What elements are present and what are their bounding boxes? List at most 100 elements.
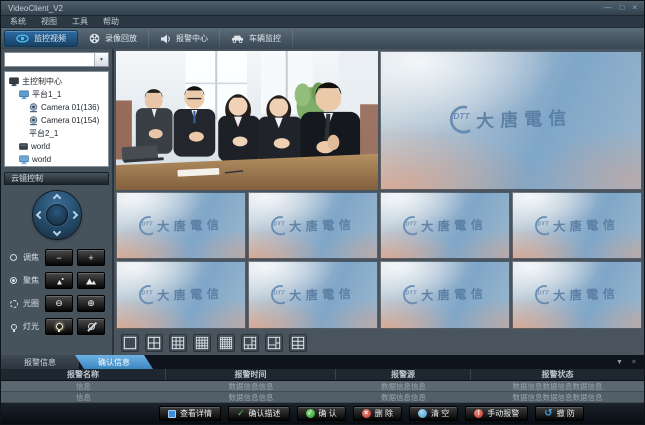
camera-icon <box>29 116 38 126</box>
tab-vehicle-monitor[interactable]: 车辆监控 <box>220 30 293 47</box>
disarm-button[interactable]: ↺ 撤 防 <box>535 406 584 421</box>
video-cell[interactable] <box>512 261 642 329</box>
video-row-middle <box>116 192 642 260</box>
action-label: 删 除 <box>375 408 393 419</box>
tab-monitor-video[interactable]: 监控视频 <box>4 30 78 47</box>
iris-close-button[interactable]: ⊖ <box>45 295 73 312</box>
dpad-right-button[interactable] <box>69 211 77 219</box>
video-cell-main-camera[interactable] <box>116 51 378 190</box>
tree-item-label: world <box>32 155 51 164</box>
tree-item-platform1[interactable]: 平台1_1 <box>7 88 106 101</box>
layout-16-grid-icon <box>195 336 209 350</box>
dpad-down-button[interactable] <box>52 228 60 236</box>
panel-collapse-icon[interactable]: ▼ <box>616 359 623 366</box>
tree-item-camera-136[interactable]: Camera 01(136) <box>7 101 106 114</box>
tree-item-label: world <box>31 142 50 151</box>
layout-25-screen-button[interactable] <box>217 334 235 352</box>
layout-strip <box>114 331 644 355</box>
clear-button[interactable]: 清 空 <box>409 406 458 421</box>
view-detail-button[interactable]: 查看详情 <box>159 406 221 421</box>
tree-item-world-2[interactable]: world <box>7 153 106 166</box>
large-mountain-icon <box>85 276 97 286</box>
bulb-on-icon <box>56 323 63 330</box>
video-cell[interactable] <box>116 192 246 260</box>
tree-item-world-1[interactable]: world <box>7 140 106 153</box>
combo-dropdown-button[interactable]: ▼ <box>94 53 108 66</box>
circled-minus-icon: ⊖ <box>55 298 63 309</box>
layout-8-screen-button[interactable] <box>265 334 283 352</box>
video-cell-logo-large[interactable] <box>380 51 642 190</box>
iris-open-button[interactable]: ⊕ <box>77 295 105 312</box>
nav-tabbar: 监控视频 录像回放 报警中心 <box>1 28 644 49</box>
ptz-row-light: 灯光 <box>8 315 105 338</box>
circled-plus-icon: ⊕ <box>87 298 95 309</box>
layout-9-screen-button[interactable] <box>169 334 187 352</box>
meeting-room-video <box>116 51 378 190</box>
focus-far-button[interactable] <box>77 272 105 289</box>
menubar: 系统 视图 工具 帮助 <box>1 15 644 28</box>
dpad-center-button[interactable] <box>46 204 68 226</box>
alarm-table-row[interactable]: 信息 数据信息信息 数据信息信息 数据信息数据信息数据信息 <box>1 381 644 392</box>
alarm-tab-confirm-info[interactable]: 确认信息 <box>75 355 153 369</box>
menu-item-tools[interactable]: 工具 <box>72 16 88 27</box>
tab-alarm-center[interactable]: 报警中心 <box>149 30 220 47</box>
tree-item-control-center[interactable]: 主控制中心 <box>7 75 106 88</box>
confirm-button[interactable]: ✓ 确 认 <box>297 406 346 421</box>
alarm-table-header: 报警名称 报警时间 报警源 报警状态 <box>1 369 644 381</box>
speaker-icon <box>160 34 171 44</box>
layout-6-screen-button[interactable] <box>241 334 259 352</box>
action-label: 手动报警 <box>487 408 519 419</box>
combo-value <box>5 53 94 66</box>
dtt-watermark <box>530 214 624 237</box>
zoom-out-button[interactable]: − <box>45 249 73 266</box>
layout-10-screen-button[interactable] <box>289 334 307 352</box>
dpad-left-button[interactable] <box>35 211 43 219</box>
layout-1-screen-button[interactable] <box>121 334 139 352</box>
alarm-tab-label: 确认信息 <box>98 357 130 368</box>
window-controls: — □ × <box>603 4 637 12</box>
video-wall <box>114 49 644 355</box>
alarm-table-row[interactable]: 信息 数据信息信息 数据信息信息 数据信息数据信息数据信息 <box>1 392 644 403</box>
alarm-cell-name: 信息 <box>1 392 166 402</box>
video-cell[interactable] <box>380 261 510 329</box>
confirm-desc-button[interactable]: ✓ 确认描述 <box>228 406 290 421</box>
alarm-cell-time: 数据信息信息 <box>166 392 336 402</box>
light-on-button[interactable] <box>45 318 73 335</box>
menu-item-help[interactable]: 帮助 <box>103 16 119 27</box>
ptz-row-iris: 光圈 ⊖ ⊕ <box>8 292 105 315</box>
focus-near-button[interactable] <box>45 272 73 289</box>
tree-item-platform2[interactable]: 平台2_1 <box>7 127 106 140</box>
layout-4-screen-button[interactable] <box>145 334 163 352</box>
alarm-tab-alarm-info[interactable]: 报警信息 <box>1 355 79 369</box>
delete-button[interactable]: × 删 除 <box>353 406 402 421</box>
minimize-button[interactable]: — <box>603 4 611 12</box>
close-button[interactable]: × <box>632 4 637 12</box>
light-off-button[interactable] <box>77 318 105 335</box>
maximize-button[interactable]: □ <box>619 4 624 12</box>
action-label: 确 认 <box>319 408 337 419</box>
menu-item-view[interactable]: 视图 <box>41 16 57 27</box>
monitor-icon <box>9 77 19 87</box>
panel-close-icon[interactable]: × <box>632 359 636 366</box>
dpad-up-button[interactable] <box>52 194 60 202</box>
video-grid <box>114 49 644 331</box>
app-title: VideoClient_V2 <box>8 4 63 13</box>
undo-arrow-icon: ↺ <box>544 409 552 419</box>
tab-playback[interactable]: 录像回放 <box>78 30 149 47</box>
zoom-in-button[interactable]: + <box>77 249 105 266</box>
video-cell[interactable] <box>512 192 642 260</box>
video-cell[interactable] <box>116 261 246 329</box>
video-cell[interactable] <box>248 261 378 329</box>
manual-alarm-button[interactable]: ! 手动报警 <box>465 406 528 421</box>
video-cell[interactable] <box>248 192 378 260</box>
tree-item-label: 平台1_1 <box>32 89 61 100</box>
video-cell[interactable] <box>380 192 510 260</box>
layout-16-screen-button[interactable] <box>193 334 211 352</box>
ptz-row-label: 调焦 <box>23 252 41 263</box>
confirm-icon: ✓ <box>306 409 315 418</box>
device-combo[interactable]: ▼ <box>4 52 109 67</box>
alarm-cell-status: 数据信息数据信息数据信息 <box>471 381 644 391</box>
menu-item-system[interactable]: 系统 <box>10 16 26 27</box>
alarm-panel-controls: ▼ × <box>616 355 644 369</box>
tree-item-camera-154[interactable]: Camera 01(154) <box>7 114 106 127</box>
